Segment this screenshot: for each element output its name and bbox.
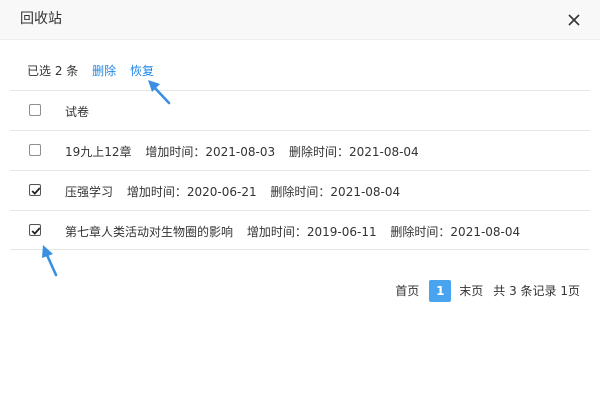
- recycle-bin-dialog: 回收站 已选 2 条 删除 恢复 试卷 19九上12章 增加时间：2021-08…: [0, 0, 600, 400]
- row-text: 第七章人类活动对生物圈的影响 增加时间：2019-06-11 删除时间：2021…: [65, 224, 520, 240]
- table-header-row: 试卷: [10, 90, 590, 130]
- row-checkbox[interactable]: [29, 224, 41, 236]
- current-page-button[interactable]: 1: [429, 280, 452, 302]
- added-time: 增加时间：2020-06-21: [126, 185, 257, 199]
- first-page-button[interactable]: 首页: [395, 280, 419, 302]
- dialog-title: 回收站: [20, 11, 62, 27]
- last-page-button[interactable]: 末页: [459, 280, 483, 302]
- table-row: 压强学习 增加时间：2020-06-21 删除时间：2021-08-04: [10, 170, 590, 210]
- table-row: 第七章人类活动对生物圈的影响 增加时间：2019-06-11 删除时间：2021…: [10, 210, 590, 250]
- row-text: 压强学习 增加时间：2020-06-21 删除时间：2021-08-04: [65, 184, 400, 200]
- added-time: 增加时间：2019-06-11: [246, 225, 377, 239]
- paper-name: 第七章人类活动对生物圈的影响: [65, 225, 234, 239]
- close-button[interactable]: [564, 10, 584, 30]
- close-icon: [568, 14, 580, 26]
- checkmark-icon: [31, 187, 41, 195]
- deleted-time: 删除时间：2021-08-04: [390, 225, 521, 239]
- paper-name: 压强学习: [65, 185, 114, 199]
- toolbar: 已选 2 条 删除 恢复: [27, 63, 164, 79]
- row-checkbox[interactable]: [29, 184, 41, 196]
- added-time: 增加时间：2021-08-03: [145, 145, 276, 159]
- record-count: 共 3 条记录 1页: [493, 284, 580, 298]
- paper-table: 试卷 19九上12章 增加时间：2021-08-03 删除时间：2021-08-…: [10, 90, 590, 250]
- dialog-header: 回收站: [0, 0, 600, 40]
- selected-count: 已选 2 条: [27, 64, 79, 78]
- delete-button[interactable]: 删除: [92, 64, 116, 78]
- deleted-time: 删除时间：2021-08-04: [270, 185, 401, 199]
- column-header-paper: 试卷: [65, 105, 90, 119]
- row-text: 19九上12章 增加时间：2021-08-03 删除时间：2021-08-04: [65, 144, 419, 160]
- paper-name: 19九上12章: [65, 145, 132, 159]
- pagination: 首页 1 末页 共 3 条记录 1页: [387, 280, 580, 302]
- deleted-time: 删除时间：2021-08-04: [288, 145, 419, 159]
- select-all-checkbox[interactable]: [29, 104, 41, 116]
- table-row: 19九上12章 增加时间：2021-08-03 删除时间：2021-08-04: [10, 130, 590, 170]
- restore-button[interactable]: 恢复: [130, 64, 154, 78]
- checkmark-icon: [31, 227, 41, 235]
- row-checkbox[interactable]: [29, 144, 41, 156]
